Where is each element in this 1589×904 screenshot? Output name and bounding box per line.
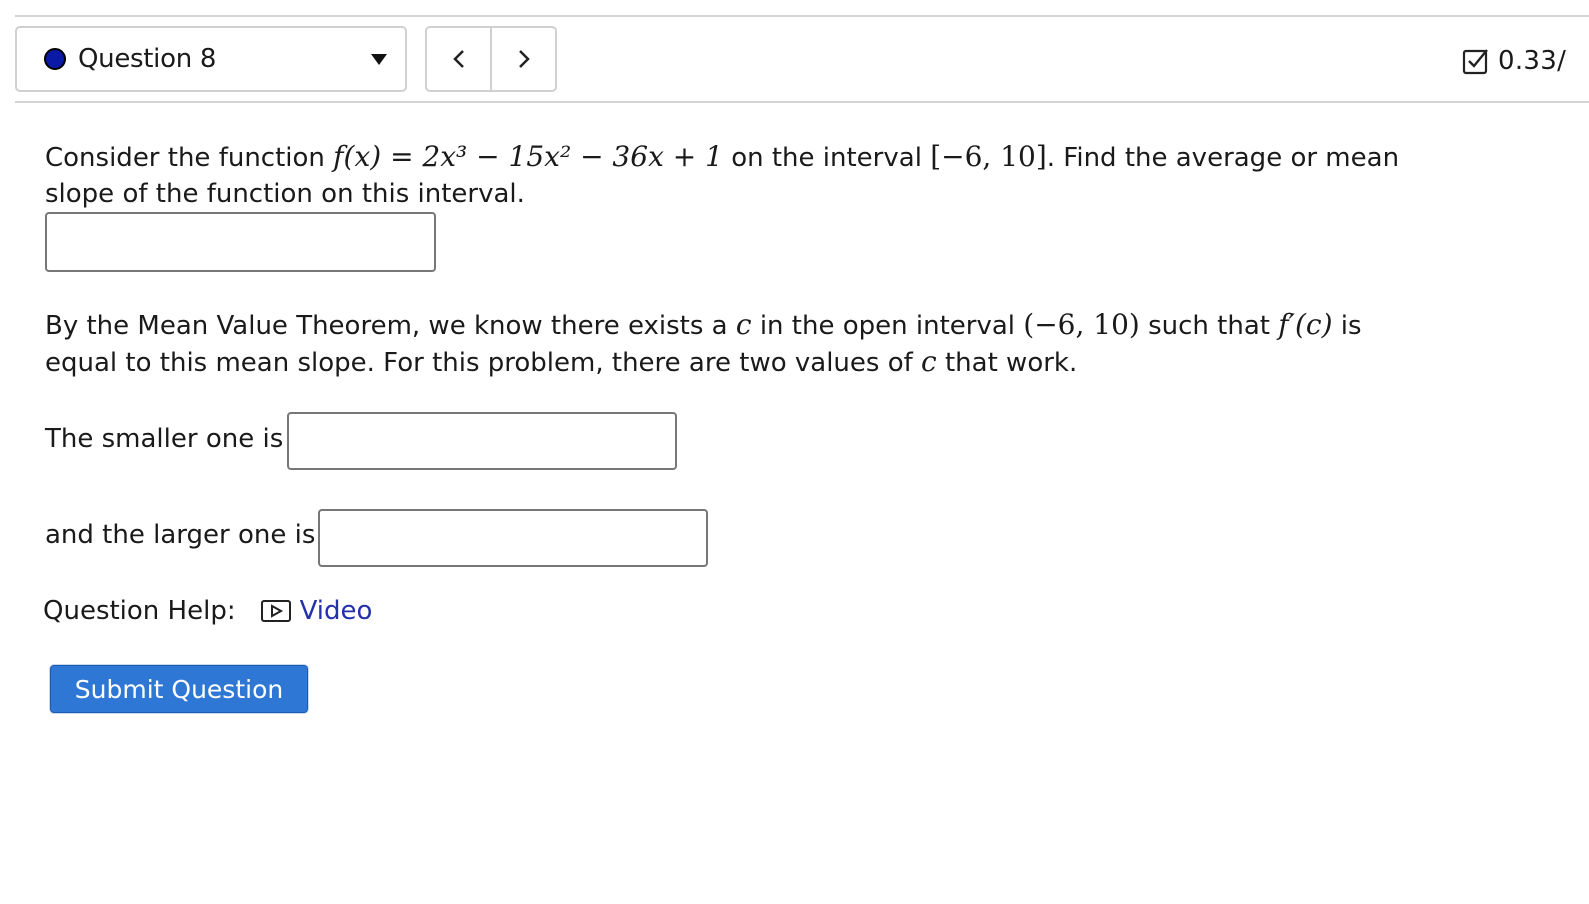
p2-text-mid: in the open interval [751, 311, 1024, 341]
mean-slope-input[interactable] [45, 212, 436, 272]
c-symbol-2: c [921, 345, 937, 378]
smaller-c-input[interactable] [287, 412, 677, 470]
question-label: Question 8 [78, 44, 217, 74]
function-expression: f(x) = 2x³ − 15x² − 36x + 1 [333, 140, 723, 173]
p1-text-mid: on the interval [722, 143, 931, 173]
next-question-button[interactable] [492, 28, 555, 90]
question-help: Question Help: Video [43, 596, 372, 626]
p2-line-2-after: that work. [936, 348, 1078, 378]
caret-down-icon [371, 54, 387, 65]
question-nav [425, 26, 557, 92]
top-divider [15, 15, 1589, 17]
open-interval: (−6, 10) [1023, 308, 1140, 341]
closed-interval: [−6, 10] [930, 140, 1047, 173]
chevron-left-icon [452, 50, 464, 68]
status-dot-icon [44, 48, 66, 70]
checkbox-icon [1462, 49, 1488, 75]
p1-line-2: slope of the function on this interval. [45, 179, 525, 209]
p2-text-mid2: such that [1139, 311, 1279, 341]
derivative-expression: f′(c) [1278, 308, 1333, 341]
question-help-label: Question Help: [43, 596, 236, 626]
score-value: 0.33/ [1498, 46, 1567, 76]
play-video-icon [260, 600, 291, 622]
question-paragraph-1: Consider the function f(x) = 2x³ − 15x² … [45, 139, 1399, 212]
p2-text-after: is [1332, 311, 1362, 341]
c-symbol: c [735, 308, 752, 341]
prev-question-button[interactable] [427, 28, 492, 90]
score-display: 0.33/ [1462, 46, 1566, 76]
p1-text-after: . Find the average or mean [1046, 143, 1400, 173]
question-selector[interactable]: Question 8 [15, 26, 407, 92]
video-link-text: Video [299, 596, 373, 626]
smaller-label: The smaller one is [45, 424, 284, 454]
p2-line-2-before: equal to this mean slope. For this probl… [45, 348, 922, 378]
video-help-link[interactable]: Video [260, 596, 373, 626]
question-paragraph-2: By the Mean Value Theorem, we know there… [45, 307, 1362, 381]
header-divider [15, 101, 1589, 103]
p2-text-before: By the Mean Value Theorem, we know there… [45, 311, 736, 341]
chevron-right-icon [518, 50, 530, 68]
p1-text-before: Consider the function [45, 143, 334, 173]
submit-question-button[interactable]: Submit Question [50, 665, 308, 713]
larger-c-input[interactable] [318, 509, 708, 567]
larger-label: and the larger one is [45, 520, 316, 550]
